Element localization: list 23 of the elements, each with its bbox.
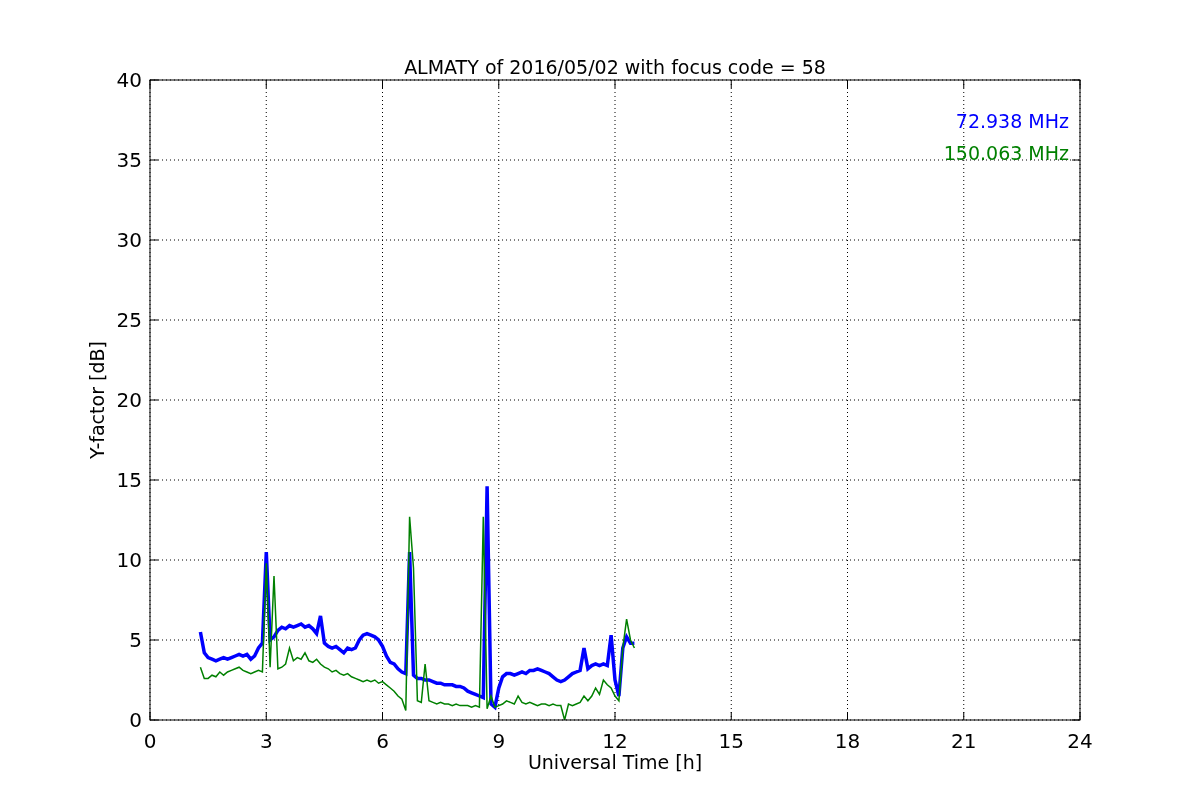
- x-tick-label: 21: [951, 729, 977, 753]
- y-tick-label: 0: [129, 708, 142, 732]
- x-axis-label: Universal Time [h]: [527, 751, 703, 773]
- y-axis-label: Y-factor [dB]: [86, 341, 108, 459]
- x-tick-label: 9: [492, 729, 506, 753]
- x-tick-label: 24: [1067, 729, 1093, 753]
- x-tick-label: 15: [718, 729, 744, 753]
- y-tick-label: 5: [129, 628, 142, 652]
- y-tick-label: 20: [116, 388, 142, 412]
- x-tick-label: 12: [602, 729, 628, 753]
- y-tick-label: 35: [116, 148, 142, 172]
- chart-title: ALMATY of 2016/05/02 with focus code = 58: [404, 56, 826, 78]
- legend-label: 150.063 MHz: [943, 142, 1069, 164]
- y-tick-label: 15: [116, 468, 142, 492]
- legend-label: 72.938 MHz: [955, 110, 1069, 132]
- y-tick-label: 10: [116, 548, 142, 572]
- x-tick-label: 18: [834, 729, 861, 753]
- y-tick-label: 25: [116, 308, 142, 332]
- y-tick-label: 40: [116, 68, 142, 92]
- x-tick-label: 3: [259, 729, 273, 753]
- y-tick-label: 30: [116, 228, 142, 252]
- x-tick-label: 6: [376, 729, 389, 753]
- x-tick-label: 0: [143, 729, 157, 753]
